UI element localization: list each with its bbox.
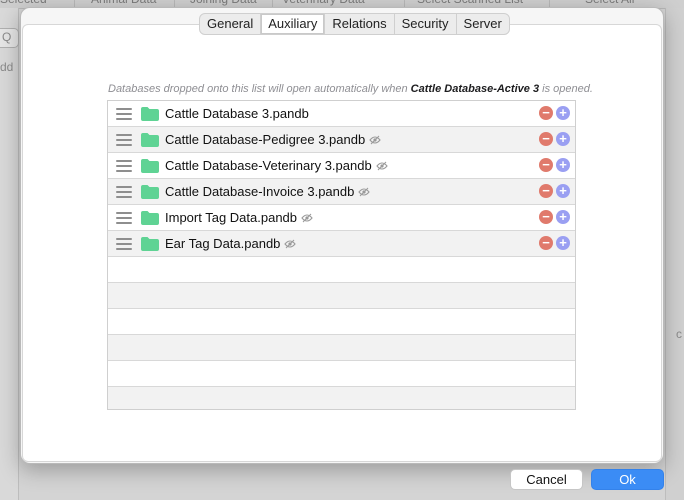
empty-list-row[interactable] (108, 257, 575, 283)
drag-handle-icon[interactable] (116, 134, 132, 146)
database-row[interactable]: Ear Tag Data.pandb − + (108, 231, 575, 257)
folder-icon (141, 237, 159, 251)
add-database-icon[interactable]: + (556, 132, 570, 146)
drag-handle-icon[interactable] (116, 160, 132, 172)
empty-list-row[interactable] (108, 335, 575, 361)
database-name: Ear Tag Data.pandb (165, 236, 297, 252)
cancel-button[interactable]: Cancel (510, 469, 583, 490)
database-name: Cattle Database-Pedigree 3.pandb (165, 132, 381, 148)
add-database-icon[interactable]: + (556, 236, 570, 250)
drag-handle-icon[interactable] (116, 108, 132, 120)
hint-suffix: is opened. (539, 83, 593, 95)
add-database-icon[interactable]: + (556, 106, 570, 120)
folder-icon (141, 159, 159, 173)
database-filename: Cattle Database-Invoice 3.pandb (165, 184, 355, 199)
hint-database-name: Cattle Database-Active 3 (410, 83, 540, 95)
empty-list-row[interactable] (108, 309, 575, 335)
database-name: Import Tag Data.pandb (165, 210, 313, 226)
hidden-eye-icon (284, 237, 297, 252)
drag-handle-icon[interactable] (116, 238, 132, 250)
remove-database-icon[interactable]: − (539, 106, 553, 120)
empty-list-row[interactable] (108, 283, 575, 309)
tab-general[interactable]: General (200, 14, 262, 34)
database-row[interactable]: Cattle Database-Veterinary 3.pandb − + (108, 153, 575, 179)
remove-database-icon[interactable]: − (539, 132, 553, 146)
database-row[interactable]: Import Tag Data.pandb − + (108, 205, 575, 231)
add-database-icon[interactable]: + (556, 158, 570, 172)
auxiliary-hint-text: Databases dropped onto this list will op… (108, 83, 593, 95)
drag-handle-icon[interactable] (116, 186, 132, 198)
hidden-eye-icon (369, 133, 381, 148)
remove-database-icon[interactable]: − (539, 158, 553, 172)
background-right-column (665, 8, 684, 500)
background-right-text: c (676, 327, 682, 341)
tab-server[interactable]: Server (457, 14, 509, 34)
preferences-tab-bar: General Auxiliary Relations Security Ser… (199, 13, 510, 35)
folder-icon (141, 185, 159, 199)
remove-database-icon[interactable]: − (539, 210, 553, 224)
database-filename: Cattle Database-Veterinary 3.pandb (165, 158, 372, 173)
hidden-eye-icon (301, 211, 313, 226)
drag-handle-icon[interactable] (116, 212, 132, 224)
background-left-text: dd (0, 60, 14, 74)
auxiliary-database-list[interactable]: Cattle Database 3.pandb − + Cattle Database… (107, 100, 576, 410)
database-filename: Ear Tag Data.pandb (165, 236, 281, 251)
empty-list-row[interactable] (108, 361, 575, 387)
database-name: Cattle Database-Invoice 3.pandb (165, 184, 371, 200)
tab-auxiliary[interactable]: Auxiliary (261, 14, 326, 34)
database-name: Cattle Database-Veterinary 3.pandb (165, 158, 388, 174)
tab-relations[interactable]: Relations (325, 14, 395, 34)
folder-icon (141, 133, 159, 147)
folder-icon (141, 211, 159, 225)
hidden-eye-icon (375, 159, 388, 174)
hidden-eye-icon (358, 185, 371, 200)
database-filename: Cattle Database-Pedigree 3.pandb (165, 132, 366, 147)
database-row[interactable]: Cattle Database 3.pandb − + (108, 101, 575, 127)
background-search-icon: Q (2, 30, 12, 44)
remove-database-icon[interactable]: − (539, 236, 553, 250)
ok-button[interactable]: Ok (591, 469, 664, 490)
database-row[interactable]: Cattle Database-Pedigree 3.pandb − + (108, 127, 575, 153)
tab-security[interactable]: Security (395, 14, 457, 34)
add-database-icon[interactable]: + (556, 184, 570, 198)
hint-prefix: Databases dropped onto this list will op… (108, 83, 411, 95)
empty-list-row[interactable] (108, 387, 575, 409)
database-filename: Import Tag Data.pandb (165, 210, 298, 225)
database-filename: Cattle Database 3.pandb (165, 106, 309, 121)
remove-database-icon[interactable]: − (539, 184, 553, 198)
add-database-icon[interactable]: + (556, 210, 570, 224)
folder-icon (141, 107, 159, 121)
background-left-column (0, 8, 19, 500)
database-name: Cattle Database 3.pandb (165, 106, 309, 121)
database-row[interactable]: Cattle Database-Invoice 3.pandb − + (108, 179, 575, 205)
